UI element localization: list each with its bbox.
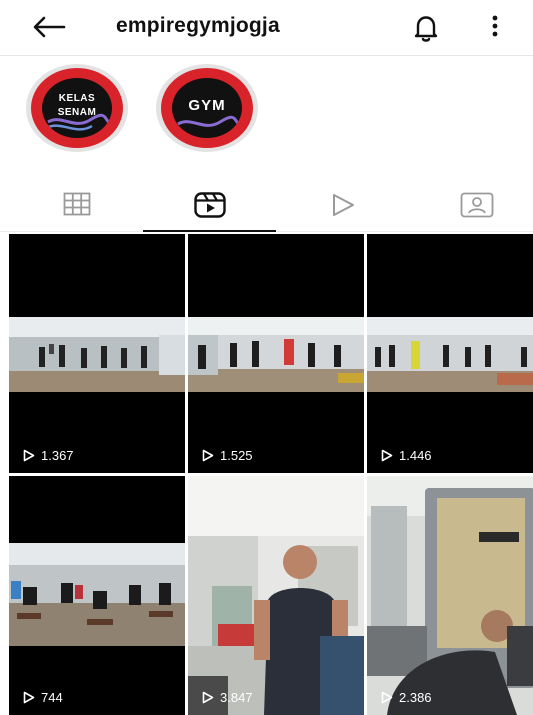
highlight-kelas-senam[interactable]: KELAS SENAM <box>26 64 128 152</box>
highlight-cover: KELAS SENAM <box>42 78 112 138</box>
reel-thumbnail[interactable]: 1.367 <box>9 234 185 473</box>
reel-thumbnail[interactable]: 744 <box>9 476 185 715</box>
reel-view-count: 744 <box>23 689 63 705</box>
play-icon <box>381 691 393 703</box>
highlight-label-line2: SENAM <box>57 107 97 118</box>
reel-view-count: 1.367 <box>23 447 74 463</box>
highlight-cover: GYM <box>172 78 242 138</box>
grid-icon <box>63 192 90 216</box>
reels-grid: 1.367 1.525 1.446 744 3.847 2.386 <box>9 234 533 715</box>
top-bar: empiregymjogja <box>0 0 533 56</box>
reel-frame-image <box>9 317 185 392</box>
play-icon <box>202 449 214 461</box>
reel-view-count: 1.525 <box>202 447 253 463</box>
reel-view-count: 2.386 <box>381 689 432 705</box>
reel-thumbnail[interactable]: 1.525 <box>188 234 364 473</box>
play-icon <box>202 691 214 703</box>
tab-posts-grid[interactable] <box>10 176 143 232</box>
tagged-person-icon <box>460 192 493 218</box>
reel-frame-image <box>188 476 364 715</box>
reel-view-count: 1.446 <box>381 447 432 463</box>
tab-tagged[interactable] <box>410 176 533 232</box>
view-count-value: 2.386 <box>399 689 432 705</box>
reels-icon <box>193 192 226 218</box>
view-count-value: 1.525 <box>220 447 253 463</box>
reel-thumbnail[interactable]: 1.446 <box>367 234 533 473</box>
reel-thumbnail[interactable]: 3.847 <box>188 476 364 715</box>
view-count-value: 744 <box>41 689 63 705</box>
play-icon <box>23 691 35 703</box>
story-highlights: KELAS SENAM GYM <box>0 56 533 176</box>
highlight-gym[interactable]: GYM <box>156 64 258 152</box>
view-count-value: 3.847 <box>220 689 253 705</box>
reel-thumbnail[interactable]: 2.386 <box>367 476 533 715</box>
more-options-button[interactable] <box>485 12 505 42</box>
play-icon <box>381 449 393 461</box>
highlight-label-line1: KELAS <box>58 93 96 104</box>
more-vertical-icon <box>492 15 498 37</box>
view-count-value: 1.446 <box>399 447 432 463</box>
bell-icon <box>414 16 438 42</box>
profile-tabs <box>0 176 533 232</box>
reel-frame-image <box>367 317 533 392</box>
notifications-button[interactable] <box>408 10 444 46</box>
profile-username: empiregymjogja <box>116 14 280 37</box>
arrow-left-icon <box>33 16 66 38</box>
reel-view-count: 3.847 <box>202 689 253 705</box>
reel-frame-image <box>9 543 185 646</box>
back-button[interactable] <box>30 12 70 42</box>
play-icon <box>332 194 354 216</box>
view-count-value: 1.367 <box>41 447 74 463</box>
reel-frame-image <box>188 317 364 392</box>
play-icon <box>23 449 35 461</box>
tab-reels[interactable] <box>143 176 276 232</box>
tab-videos[interactable] <box>276 176 409 232</box>
highlight-label: GYM <box>188 97 226 114</box>
active-tab-indicator <box>143 230 276 232</box>
reel-frame-image <box>367 476 533 715</box>
